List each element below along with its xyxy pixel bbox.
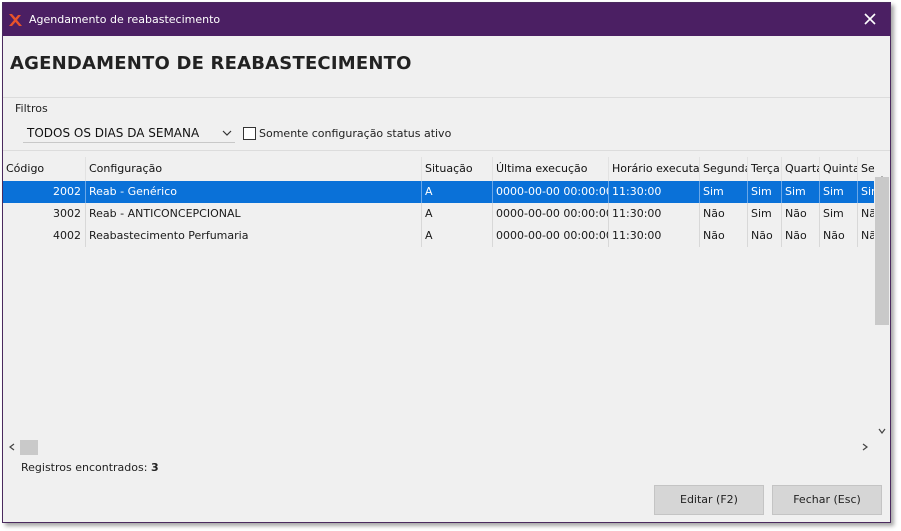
header-divider bbox=[3, 97, 890, 98]
cell-sexta: Não bbox=[861, 207, 874, 220]
scroll-down-icon[interactable] bbox=[878, 427, 886, 435]
window-title: Agendamento de reabastecimento bbox=[29, 13, 221, 26]
cell-segunda: Não bbox=[700, 225, 748, 247]
horizontal-scroll-thumb[interactable] bbox=[20, 440, 38, 455]
column-header-situacao[interactable]: Situação bbox=[422, 157, 493, 181]
cell-terca: Sim bbox=[748, 203, 782, 225]
cell-segunda: Não bbox=[700, 203, 748, 225]
column-header-quinta[interactable]: Quinta bbox=[820, 157, 858, 181]
weekday-select-value: TODOS OS DIAS DA SEMANA bbox=[27, 126, 200, 140]
schedule-grid: Código Configuração Situação Última exec… bbox=[3, 157, 890, 457]
table-row[interactable]: 3002 Reab - ANTICONCEPCIONAL A 0000-00-0… bbox=[3, 203, 874, 225]
active-only-checkbox[interactable] bbox=[243, 127, 256, 140]
records-count: 3 bbox=[150, 461, 159, 474]
cell-quarta: Não bbox=[782, 225, 820, 247]
cell-situacao: A bbox=[422, 203, 493, 225]
cell-sexta: Sim bbox=[861, 185, 874, 198]
cell-ultima-execucao: 0000-00-00 00:00:00 bbox=[493, 181, 609, 203]
column-header-ultima-execucao[interactable]: Última execução bbox=[493, 157, 609, 181]
cell-quinta: Sim bbox=[820, 181, 858, 203]
records-label: Registros encontrados: bbox=[21, 461, 148, 474]
edit-button[interactable]: Editar (F2) bbox=[654, 485, 764, 515]
cell-horario: 11:30:00 bbox=[609, 203, 700, 225]
column-header-sexta[interactable]: Se bbox=[858, 157, 874, 181]
cell-quinta: Sim bbox=[820, 203, 858, 225]
page-title: AGENDAMENTO DE REABASTECIMENTO bbox=[10, 53, 412, 74]
scroll-right-icon[interactable] bbox=[861, 443, 869, 451]
cell-sexta: Não bbox=[861, 229, 874, 242]
vertical-scrollbar[interactable] bbox=[874, 175, 890, 439]
cell-configuracao: Reab - Genérico bbox=[86, 181, 422, 203]
close-icon[interactable] bbox=[862, 11, 878, 27]
cell-ultima-execucao: 0000-00-00 00:00:00 bbox=[493, 225, 609, 247]
vertical-scroll-thumb[interactable] bbox=[875, 177, 889, 325]
cell-quarta: Não bbox=[782, 203, 820, 225]
column-header-quarta[interactable]: Quarta bbox=[782, 157, 820, 181]
cell-situacao: A bbox=[422, 225, 493, 247]
app-logo-icon bbox=[9, 14, 22, 26]
records-found: Registros encontrados: 3 bbox=[21, 461, 159, 474]
cell-codigo: 2002 bbox=[3, 181, 86, 203]
cell-quinta: Não bbox=[820, 225, 858, 247]
horizontal-scrollbar[interactable] bbox=[3, 439, 874, 456]
chevron-down-icon bbox=[222, 130, 232, 136]
filters-divider bbox=[3, 150, 890, 151]
title-bar[interactable]: Agendamento de reabastecimento bbox=[3, 3, 890, 36]
cell-ultima-execucao: 0000-00-00 00:00:00 bbox=[493, 203, 609, 225]
cell-codigo: 4002 bbox=[3, 225, 86, 247]
active-only-label[interactable]: Somente configuração status ativo bbox=[259, 127, 451, 140]
grid-header: Código Configuração Situação Última exec… bbox=[3, 157, 874, 181]
cell-segunda: Sim bbox=[700, 181, 748, 203]
cell-terca: Sim bbox=[748, 181, 782, 203]
cell-configuracao: Reabastecimento Perfumaria bbox=[86, 225, 422, 247]
cell-configuracao: Reab - ANTICONCEPCIONAL bbox=[86, 203, 422, 225]
column-header-codigo[interactable]: Código bbox=[3, 157, 86, 181]
cell-codigo: 3002 bbox=[3, 203, 86, 225]
scroll-left-icon[interactable] bbox=[8, 443, 16, 451]
close-button[interactable]: Fechar (Esc) bbox=[772, 485, 882, 515]
dialog-window: Agendamento de reabastecimento AGENDAMEN… bbox=[2, 2, 891, 523]
cell-quarta: Sim bbox=[782, 181, 820, 203]
column-header-segunda[interactable]: Segunda bbox=[700, 157, 748, 181]
table-row[interactable]: 2002 Reab - Genérico A 0000-00-00 00:00:… bbox=[3, 181, 874, 203]
column-header-configuracao[interactable]: Configuração bbox=[86, 157, 422, 181]
cell-horario: 11:30:00 bbox=[609, 225, 700, 247]
column-header-terca[interactable]: Terça bbox=[748, 157, 782, 181]
table-row[interactable]: 4002 Reabastecimento Perfumaria A 0000-0… bbox=[3, 225, 874, 247]
weekday-select[interactable]: TODOS OS DIAS DA SEMANA bbox=[23, 124, 235, 143]
cell-terca: Não bbox=[748, 225, 782, 247]
cell-horario: 11:30:00 bbox=[609, 181, 700, 203]
column-header-horario[interactable]: Horário executar bbox=[609, 157, 700, 181]
filters-label: Filtros bbox=[15, 102, 48, 115]
cell-situacao: A bbox=[422, 181, 493, 203]
